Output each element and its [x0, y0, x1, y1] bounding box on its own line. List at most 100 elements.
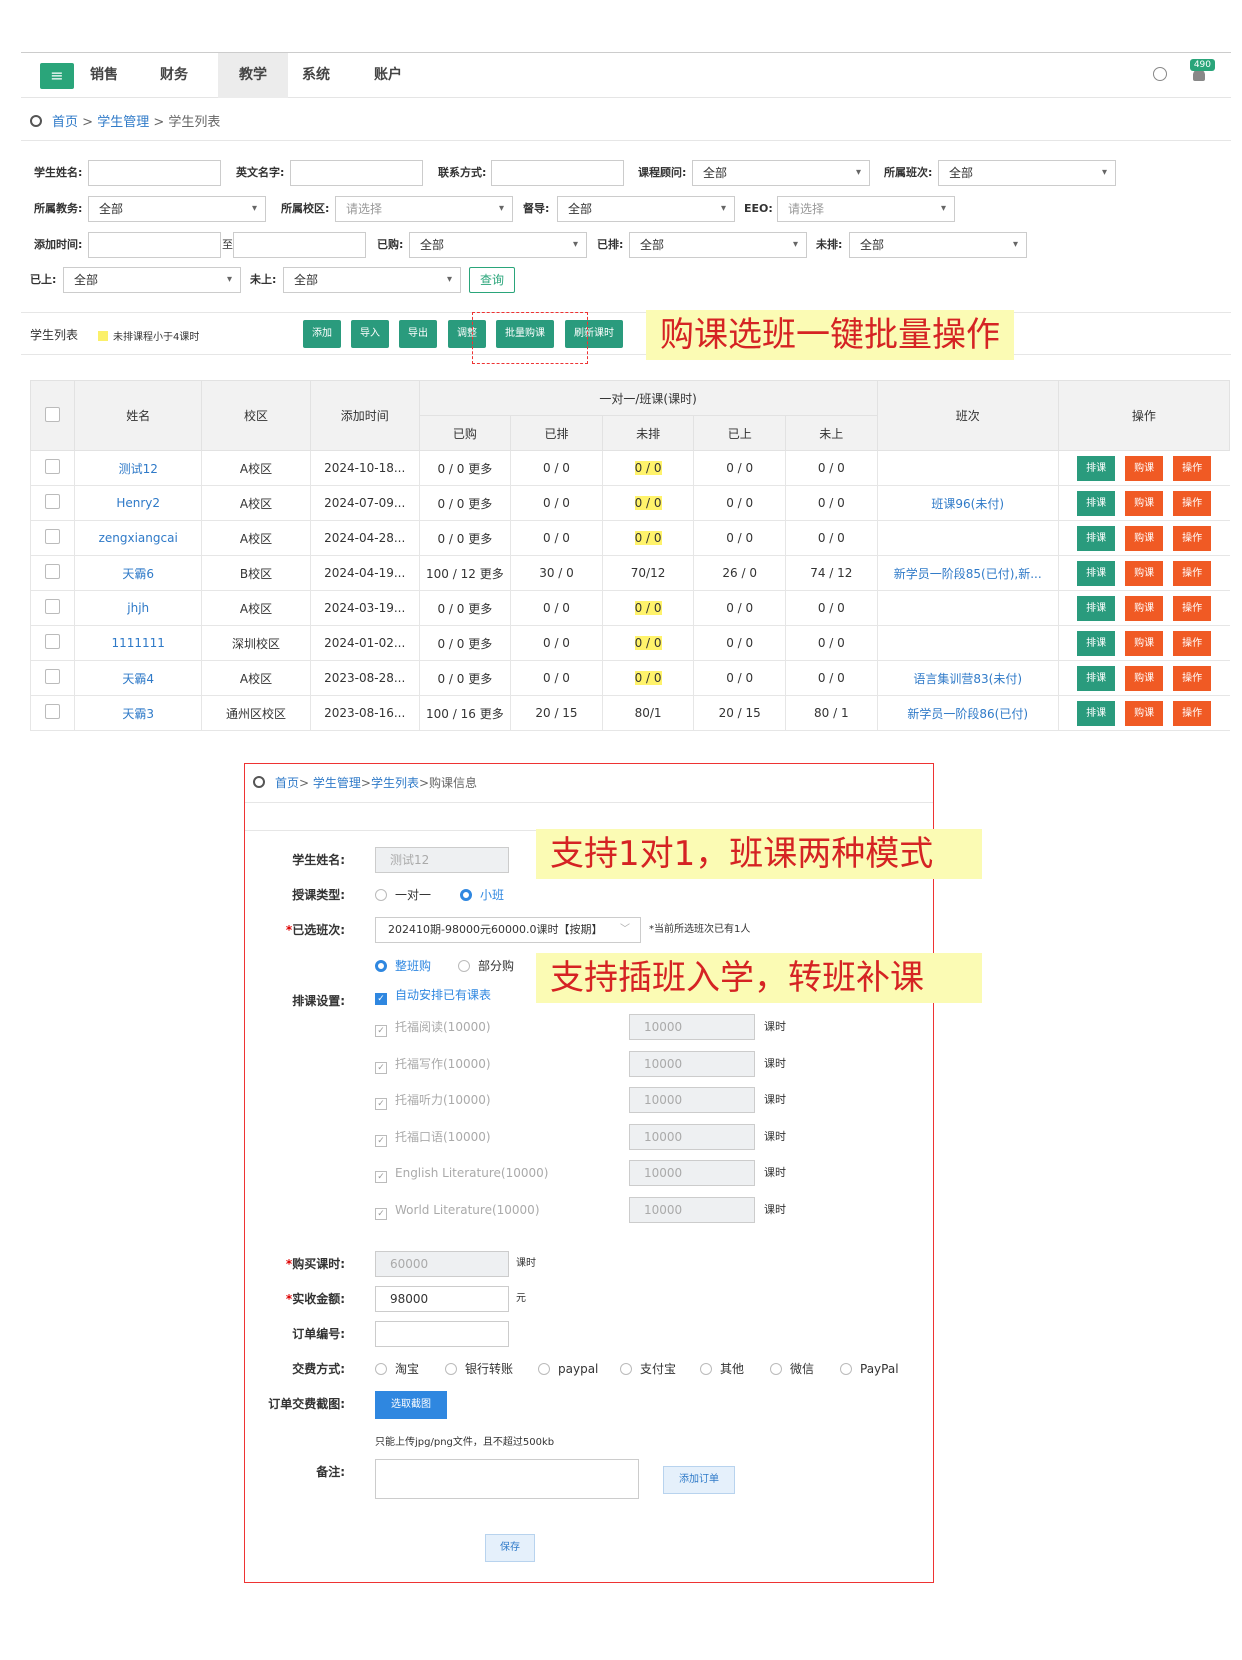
- pay-method-radio[interactable]: 其他: [700, 1356, 744, 1382]
- contact-input[interactable]: [491, 160, 624, 186]
- radio-small-class[interactable]: 小班: [460, 882, 504, 908]
- globe-icon[interactable]: [1153, 67, 1167, 81]
- unscheduled-select[interactable]: 全部: [849, 232, 1027, 258]
- order-number-input[interactable]: [375, 1321, 509, 1347]
- more-link[interactable]: 更多: [480, 567, 504, 581]
- english-name-input[interactable]: [290, 160, 423, 186]
- row-checkbox[interactable]: [45, 704, 61, 719]
- class-select[interactable]: 全部: [938, 160, 1116, 186]
- tab-sales[interactable]: 销售: [74, 53, 134, 98]
- tab-teaching[interactable]: 教学: [218, 53, 288, 98]
- scheduled-select[interactable]: 全部: [629, 232, 807, 258]
- crumb-student-mgmt[interactable]: 学生管理: [97, 115, 149, 130]
- pay-method-radio[interactable]: paypal: [538, 1356, 598, 1382]
- export-button[interactable]: 导出: [399, 320, 437, 348]
- menu-icon[interactable]: ≡: [40, 63, 74, 89]
- crumb-student-list[interactable]: 学生列表: [371, 776, 419, 790]
- tab-finance[interactable]: 财务: [144, 53, 204, 98]
- operate-button[interactable]: 操作: [1173, 700, 1212, 726]
- purchase-button[interactable]: 购课: [1125, 595, 1164, 621]
- class-select[interactable]: 202410期-98000元60000.0课时【按期】: [375, 917, 641, 943]
- radio-partial[interactable]: 部分购: [458, 953, 514, 979]
- tab-account[interactable]: 账户: [358, 53, 418, 98]
- tab-system[interactable]: 系统: [286, 53, 346, 98]
- more-link[interactable]: 更多: [468, 497, 492, 511]
- student-name-link[interactable]: jhjh: [127, 601, 149, 615]
- student-name-link[interactable]: Henry2: [116, 496, 160, 510]
- eeo-select[interactable]: 请选择: [777, 196, 955, 222]
- operate-button[interactable]: 操作: [1173, 525, 1212, 551]
- remark-textarea[interactable]: [375, 1459, 639, 1499]
- supervisor-select[interactable]: 全部: [557, 196, 735, 222]
- consultant-select[interactable]: 全部: [692, 160, 870, 186]
- purchase-button[interactable]: 购课: [1125, 560, 1164, 586]
- pay-method-radio[interactable]: PayPal: [840, 1356, 899, 1382]
- student-name-link[interactable]: 1111111: [111, 636, 164, 650]
- schedule-button[interactable]: 排课: [1077, 490, 1116, 516]
- student-name-link[interactable]: 天霸6: [122, 567, 154, 581]
- row-checkbox[interactable]: [45, 459, 61, 474]
- class-link[interactable]: 语言集训营83(未付): [913, 672, 1022, 686]
- row-checkbox[interactable]: [45, 494, 61, 509]
- select-screenshot-button[interactable]: 选取截图: [375, 1391, 447, 1419]
- row-checkbox[interactable]: [45, 599, 61, 614]
- purchase-button[interactable]: 购课: [1125, 665, 1164, 691]
- more-link[interactable]: 更多: [480, 707, 504, 721]
- schedule-button[interactable]: 排课: [1077, 700, 1116, 726]
- pay-method-radio[interactable]: 淘宝: [375, 1356, 419, 1382]
- purchase-button[interactable]: 购课: [1125, 490, 1164, 516]
- purchase-button[interactable]: 购课: [1125, 455, 1164, 481]
- more-link[interactable]: 更多: [468, 672, 492, 686]
- purchase-button[interactable]: 购课: [1125, 525, 1164, 551]
- query-button[interactable]: 查询: [469, 267, 516, 293]
- teacher-select[interactable]: 全部: [88, 196, 266, 222]
- save-button[interactable]: 保存: [485, 1534, 535, 1562]
- student-name-input[interactable]: [88, 160, 221, 186]
- pay-amount-input[interactable]: 98000: [375, 1286, 509, 1312]
- crumb-student-mgmt[interactable]: 学生管理: [313, 776, 361, 790]
- schedule-button[interactable]: 排课: [1077, 525, 1116, 551]
- add-time-end[interactable]: [233, 232, 366, 258]
- student-name-link[interactable]: 天霸3: [122, 707, 154, 721]
- schedule-button[interactable]: 排课: [1077, 630, 1116, 656]
- add-button[interactable]: 添加: [303, 320, 341, 348]
- schedule-button[interactable]: 排课: [1077, 455, 1116, 481]
- class-link[interactable]: 新学员一阶段86(已付): [907, 707, 1028, 721]
- attended-select[interactable]: 全部: [63, 267, 241, 293]
- pay-method-radio[interactable]: 银行转账: [445, 1356, 513, 1382]
- crumb-home[interactable]: 首页: [52, 115, 78, 130]
- more-link[interactable]: 更多: [468, 532, 492, 546]
- add-time-start[interactable]: [88, 232, 221, 258]
- schedule-button[interactable]: 排课: [1077, 560, 1116, 586]
- row-checkbox[interactable]: [45, 669, 61, 684]
- operate-button[interactable]: 操作: [1173, 630, 1212, 656]
- schedule-button[interactable]: 排课: [1077, 665, 1116, 691]
- class-link[interactable]: 班课96(未付): [931, 497, 1004, 511]
- more-link[interactable]: 更多: [468, 602, 492, 616]
- add-order-button[interactable]: 添加订单: [663, 1466, 735, 1494]
- operate-button[interactable]: 操作: [1173, 490, 1212, 516]
- student-name-link[interactable]: 天霸4: [122, 672, 154, 686]
- radio-whole-class[interactable]: 整班购: [375, 953, 431, 979]
- select-all-checkbox[interactable]: [45, 406, 61, 422]
- more-link[interactable]: 更多: [468, 462, 492, 476]
- import-button[interactable]: 导入: [351, 320, 389, 348]
- student-name-link[interactable]: zengxiangcai: [99, 531, 178, 545]
- student-name-link[interactable]: 测试12: [119, 462, 158, 476]
- purchase-button[interactable]: 购课: [1125, 700, 1164, 726]
- auto-schedule-checkbox[interactable]: ✓ 自动安排已有课表: [375, 982, 491, 1008]
- crumb-home[interactable]: 首页: [275, 776, 299, 790]
- pay-method-radio[interactable]: 微信: [770, 1356, 814, 1382]
- campus-select[interactable]: 请选择: [335, 196, 513, 222]
- more-link[interactable]: 更多: [468, 637, 492, 651]
- bought-select[interactable]: 全部: [409, 232, 587, 258]
- row-checkbox[interactable]: [45, 529, 61, 544]
- class-link[interactable]: 新学员一阶段85(已付),新...: [894, 567, 1042, 581]
- operate-button[interactable]: 操作: [1173, 560, 1212, 586]
- row-checkbox[interactable]: [45, 564, 61, 579]
- operate-button[interactable]: 操作: [1173, 455, 1212, 481]
- operate-button[interactable]: 操作: [1173, 665, 1212, 691]
- schedule-button[interactable]: 排课: [1077, 595, 1116, 621]
- row-checkbox[interactable]: [45, 634, 61, 649]
- purchase-button[interactable]: 购课: [1125, 630, 1164, 656]
